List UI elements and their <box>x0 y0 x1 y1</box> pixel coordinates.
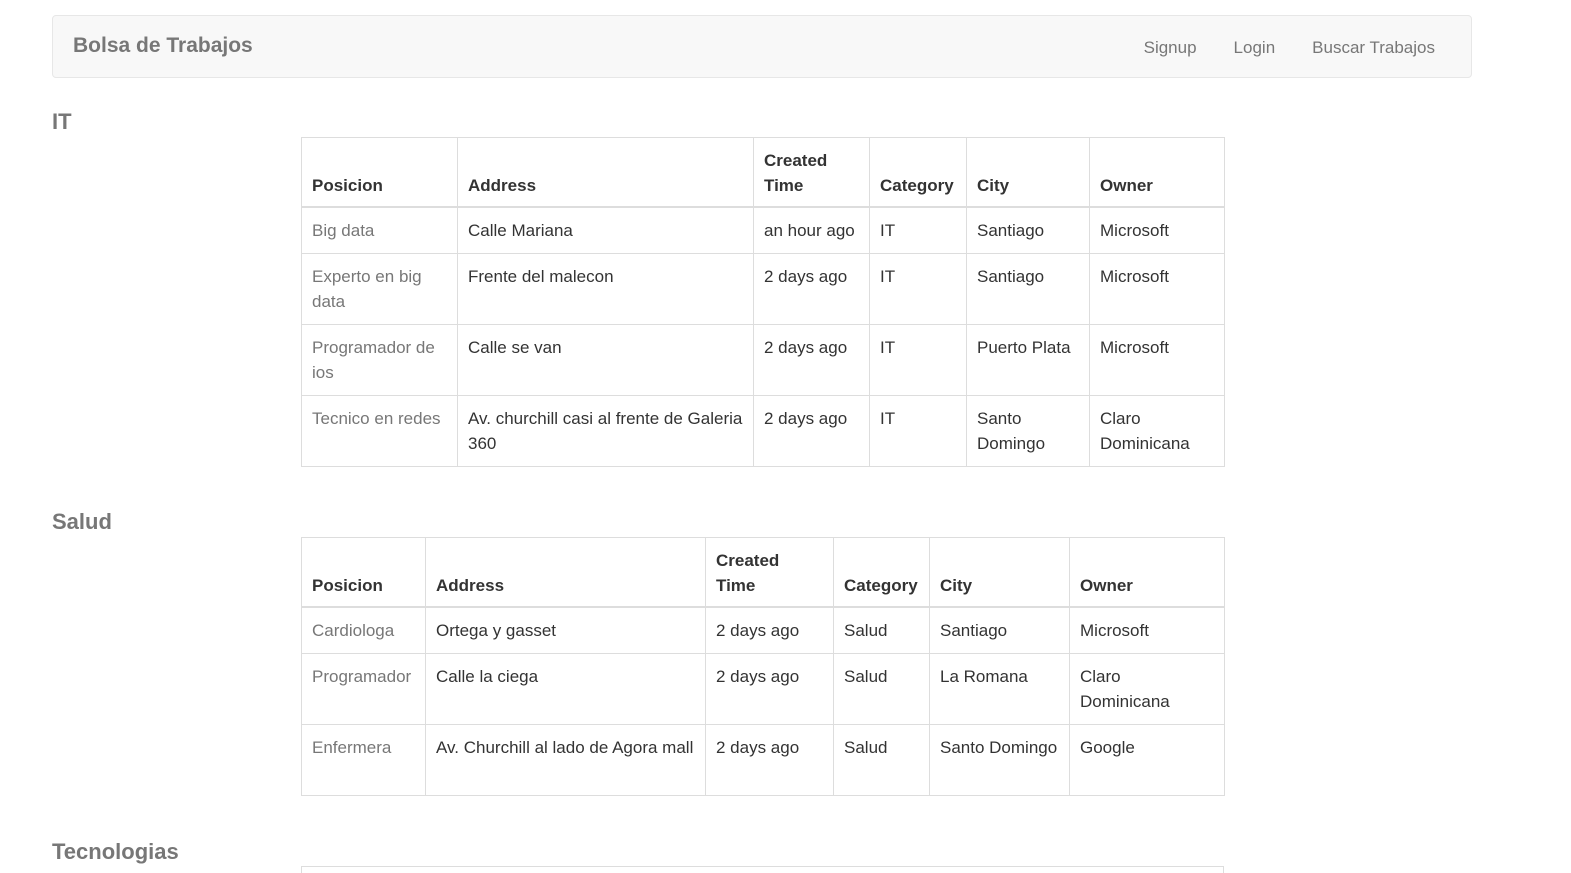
job-city: Santo Domingo <box>929 724 1070 796</box>
job-category: Salud <box>833 606 930 654</box>
login-link[interactable]: Login <box>1234 38 1276 58</box>
buscar-trabajos-link[interactable]: Buscar Trabajos <box>1312 38 1435 58</box>
job-owner: Microsoft <box>1069 606 1225 654</box>
job-created-time: 2 days ago <box>753 324 870 396</box>
job-category: IT <box>869 253 967 325</box>
job-owner: Claro Dominicana <box>1069 653 1225 725</box>
job-owner: Claro Dominicana <box>1089 395 1225 467</box>
job-category: IT <box>869 206 967 254</box>
table-row: Tecnico en redes Av. churchill casi al f… <box>301 395 1225 467</box>
nav-links: Signup Login Buscar Trabajos <box>1144 38 1435 58</box>
table-row: Programador de ios Calle se van 2 days a… <box>301 324 1225 396</box>
header-address: Address <box>457 137 754 208</box>
table-row: Programador Calle la ciega 2 days ago Sa… <box>301 653 1225 725</box>
header-owner: Owner <box>1069 537 1225 608</box>
job-city: Puerto Plata <box>966 324 1090 396</box>
jobs-table-salud: Posicion Address Created Time Category C… <box>301 537 1225 796</box>
job-position-link[interactable]: Enfermera <box>301 724 426 796</box>
table-row: Enfermera Av. Churchill al lado de Agora… <box>301 724 1225 796</box>
job-category: IT <box>869 324 967 396</box>
job-position-link[interactable]: Cardiologa <box>301 606 426 654</box>
navbar: Bolsa de Trabajos Signup Login Buscar Tr… <box>52 15 1472 78</box>
job-address: Frente del malecon <box>457 253 754 325</box>
signup-link[interactable]: Signup <box>1144 38 1197 58</box>
job-address: Calle se van <box>457 324 754 396</box>
table-row: Big data Calle Mariana an hour ago IT Sa… <box>301 206 1225 254</box>
job-city: Santiago <box>929 606 1070 654</box>
job-address: Av. churchill casi al frente de Galeria … <box>457 395 754 467</box>
header-created-time: Created Time <box>753 137 870 208</box>
job-address: Calle Mariana <box>457 206 754 254</box>
job-created-time: 2 days ago <box>705 724 834 796</box>
job-position-link[interactable]: Experto en big data <box>301 253 458 325</box>
job-owner: Microsoft <box>1089 253 1225 325</box>
job-category: Salud <box>833 653 930 725</box>
section-title-it: IT <box>52 109 72 134</box>
header-address: Address <box>425 537 706 608</box>
header-city: City <box>966 137 1090 208</box>
job-address: Ortega y gasset <box>425 606 706 654</box>
section-title-tecnologias: Tecnologias <box>52 839 179 864</box>
header-owner: Owner <box>1089 137 1225 208</box>
job-address: Calle la ciega <box>425 653 706 725</box>
job-address: Av. Churchill al lado de Agora mall <box>425 724 706 796</box>
brand-link[interactable]: Bolsa de Trabajos <box>73 34 253 58</box>
job-city: Santiago <box>966 253 1090 325</box>
header-posicion: Posicion <box>301 137 458 208</box>
header-city: City <box>929 537 1070 608</box>
table-row: Experto en big data Frente del malecon 2… <box>301 253 1225 325</box>
job-position-link[interactable]: Programador <box>301 653 426 725</box>
header-posicion: Posicion <box>301 537 426 608</box>
jobs-table-it: Posicion Address Created Time Category C… <box>301 137 1225 467</box>
jobs-table-tecnologias <box>301 866 1224 873</box>
job-position-link[interactable]: Programador de ios <box>301 324 458 396</box>
job-city: Santiago <box>966 206 1090 254</box>
table-row: Cardiologa Ortega y gasset 2 days ago Sa… <box>301 606 1225 654</box>
header-category: Category <box>869 137 967 208</box>
job-city: Santo Domingo <box>966 395 1090 467</box>
job-created-time: 2 days ago <box>753 253 870 325</box>
job-position-link[interactable]: Big data <box>301 206 458 254</box>
job-category: Salud <box>833 724 930 796</box>
job-city: La Romana <box>929 653 1070 725</box>
header-created-time: Created Time <box>705 537 834 608</box>
job-owner: Microsoft <box>1089 206 1225 254</box>
table-header-row: Posicion Address Created Time Category C… <box>301 537 1225 608</box>
job-category: IT <box>869 395 967 467</box>
header-category: Category <box>833 537 930 608</box>
section-title-salud: Salud <box>52 509 112 534</box>
job-owner: Microsoft <box>1089 324 1225 396</box>
job-created-time: an hour ago <box>753 206 870 254</box>
job-created-time: 2 days ago <box>705 606 834 654</box>
job-created-time: 2 days ago <box>753 395 870 467</box>
job-created-time: 2 days ago <box>705 653 834 725</box>
job-owner: Google <box>1069 724 1225 796</box>
job-position-link[interactable]: Tecnico en redes <box>301 395 458 467</box>
table-header-row: Posicion Address Created Time Category C… <box>301 137 1225 208</box>
